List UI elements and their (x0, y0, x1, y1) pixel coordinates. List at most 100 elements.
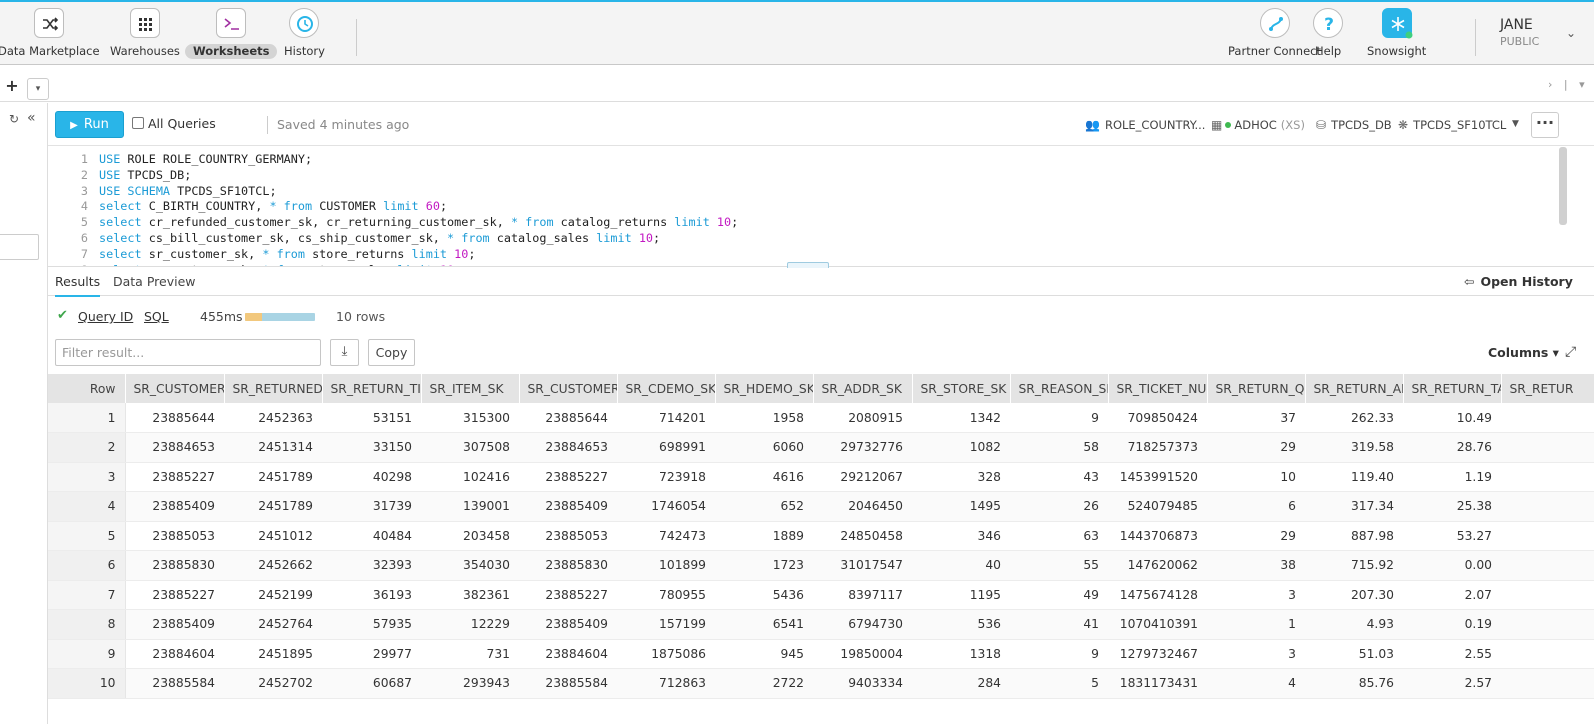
table-cell[interactable]: 139001 (421, 491, 519, 522)
table-cell[interactable]: 262.33 (1305, 403, 1403, 433)
table-cell[interactable]: 40 (912, 550, 1010, 581)
tab-data-preview[interactable]: Data Preview (113, 274, 195, 289)
table-cell[interactable]: 23885584 (519, 668, 617, 699)
table-cell[interactable]: 37 (1207, 403, 1305, 433)
table-cell[interactable]: 1746054 (617, 491, 715, 522)
table-cell[interactable]: 9 (1010, 403, 1108, 433)
table-cell[interactable]: 731 (421, 639, 519, 669)
table-cell[interactable]: 119.40 (1305, 462, 1403, 492)
table-cell[interactable]: 5 (1010, 668, 1108, 699)
table-cell[interactable]: 23885644 (519, 403, 617, 433)
table-cell[interactable]: 102416 (421, 462, 519, 492)
table-cell[interactable]: 19850004 (813, 639, 912, 669)
chevron-down-icon[interactable]: ▼ (1512, 119, 1519, 129)
tab-scroll-controls[interactable]: › | ▾ (1548, 78, 1589, 91)
table-cell[interactable]: 1.19 (1403, 462, 1501, 492)
table-cell[interactable]: 49 (1010, 580, 1108, 610)
columns-button[interactable]: Columns ▾ (1488, 345, 1559, 360)
table-cell[interactable]: 6 (1207, 491, 1305, 522)
database-selector[interactable]: ⛁ TPCDS_DB (1316, 118, 1392, 132)
table-cell[interactable]: 12229 (421, 609, 519, 640)
table-cell[interactable]: 354030 (421, 550, 519, 581)
row-number-cell[interactable]: 6 (48, 550, 126, 581)
table-cell[interactable]: 23885830 (519, 550, 617, 581)
table-cell[interactable]: 34 (1501, 491, 1594, 522)
warehouse-selector[interactable]: ▦ ADHOC (XS) (1211, 118, 1305, 132)
column-header[interactable]: SR_RETURN_TIM (322, 374, 422, 403)
table-cell[interactable]: 1318 (912, 639, 1010, 669)
table-cell[interactable]: 23885584 (125, 668, 224, 699)
table-cell[interactable]: 1495 (912, 491, 1010, 522)
table-cell[interactable]: 23885227 (125, 580, 224, 610)
table-cell[interactable]: 524079485 (1108, 491, 1207, 522)
table-cell[interactable]: 55 (1010, 550, 1108, 581)
schema-selector[interactable]: ❋ TPCDS_SF10TCL (1398, 118, 1506, 132)
table-cell[interactable]: 23884604 (125, 639, 224, 669)
column-header[interactable]: SR_TICKET_NUM (1108, 374, 1208, 403)
table-cell[interactable]: 1342 (912, 403, 1010, 433)
table-cell[interactable]: 317.34 (1305, 491, 1403, 522)
table-cell[interactable]: 33150 (322, 432, 421, 463)
table-cell[interactable]: 2451789 (224, 491, 322, 522)
table-row[interactable]: 4 23885409 2451789 31739 139001 23885409 17460… (48, 491, 1594, 522)
table-cell[interactable]: 23885644 (125, 403, 224, 433)
table-cell[interactable]: 5436 (715, 580, 813, 610)
copy-button[interactable]: Copy (368, 339, 415, 366)
table-cell[interactable]: 28.76 (1403, 432, 1501, 463)
tab-results[interactable]: Results (55, 274, 101, 297)
table-cell[interactable]: 94 (1501, 521, 1594, 551)
run-button[interactable]: ▶ Run (55, 111, 124, 138)
sql-link[interactable]: SQL (144, 309, 169, 324)
table-cell[interactable]: 4616 (715, 462, 813, 492)
table-cell[interactable]: 887.98 (1305, 521, 1403, 551)
table-cell[interactable]: 6541 (715, 609, 813, 640)
table-cell[interactable]: 63 (1010, 521, 1108, 551)
row-number-cell[interactable]: 10 (48, 668, 126, 699)
column-header[interactable]: SR_REASON_SK (1010, 374, 1109, 403)
table-cell[interactable]: 2451012 (224, 521, 322, 551)
table-cell[interactable]: 1195 (912, 580, 1010, 610)
row-number-cell[interactable]: 1 (48, 403, 126, 433)
table-cell[interactable]: 315300 (421, 403, 519, 433)
table-cell[interactable]: 53151 (322, 403, 421, 433)
table-cell[interactable]: 1453991520 (1108, 462, 1207, 492)
nav-snowsight[interactable]: Snowsight (1359, 8, 1434, 64)
table-cell[interactable]: 1082 (912, 432, 1010, 463)
table-cell[interactable]: 6060 (715, 432, 813, 463)
table-cell[interactable]: 38 (1207, 550, 1305, 581)
table-cell[interactable]: 2.07 (1403, 580, 1501, 610)
table-cell[interactable]: 723918 (617, 462, 715, 492)
table-cell[interactable]: 10.49 (1403, 403, 1501, 433)
table-cell[interactable]: 147620062 (1108, 550, 1207, 581)
query-id-link[interactable]: Query ID (78, 309, 133, 324)
table-cell[interactable]: 3 (1207, 580, 1305, 610)
table-cell[interactable]: 1831173431 (1108, 668, 1207, 699)
table-cell[interactable]: 203458 (421, 521, 519, 551)
table-cell[interactable]: 29977 (322, 639, 421, 669)
table-row[interactable]: 5 23885053 2451012 40484 203458 23885053 74247… (48, 521, 1594, 551)
column-header[interactable]: SR_RETURN_TA> (1403, 374, 1502, 403)
table-cell[interactable]: 60687 (322, 668, 421, 699)
table-cell[interactable]: 715.92 (1305, 550, 1403, 581)
table-row[interactable]: 2 23884653 2451314 33150 307508 23884653 69899… (48, 432, 1594, 463)
table-cell[interactable]: 0.00 (1403, 550, 1501, 581)
table-cell[interactable]: 2452199 (224, 580, 322, 610)
nav-warehouses[interactable]: Warehouses (102, 8, 188, 64)
worksheet-menu-button[interactable]: ▾ (27, 78, 49, 100)
table-cell[interactable]: 20 (1501, 580, 1594, 610)
table-cell[interactable]: 718257373 (1108, 432, 1207, 463)
table-cell[interactable]: 85.76 (1305, 668, 1403, 699)
row-number-cell[interactable]: 2 (48, 432, 126, 463)
editor-scrollbar[interactable] (1559, 147, 1567, 225)
add-worksheet-button[interactable]: + (0, 76, 24, 95)
nav-history[interactable]: History (276, 8, 333, 64)
table-row[interactable]: 9 23884604 2451895 29977 731 23884604 1875086 9… (48, 639, 1594, 669)
column-header[interactable]: SR_CUSTOMER_ (125, 374, 225, 403)
row-number-cell[interactable]: 5 (48, 521, 126, 551)
table-cell[interactable]: 2451895 (224, 639, 322, 669)
table-cell[interactable]: 43 (1010, 462, 1108, 492)
table-cell[interactable]: 712863 (617, 668, 715, 699)
user-menu[interactable]: JANE PUBLIC (1500, 17, 1539, 48)
column-header[interactable]: SR_CDEMO_SK.. (617, 374, 716, 403)
table-cell[interactable]: 0.19 (1403, 609, 1501, 640)
